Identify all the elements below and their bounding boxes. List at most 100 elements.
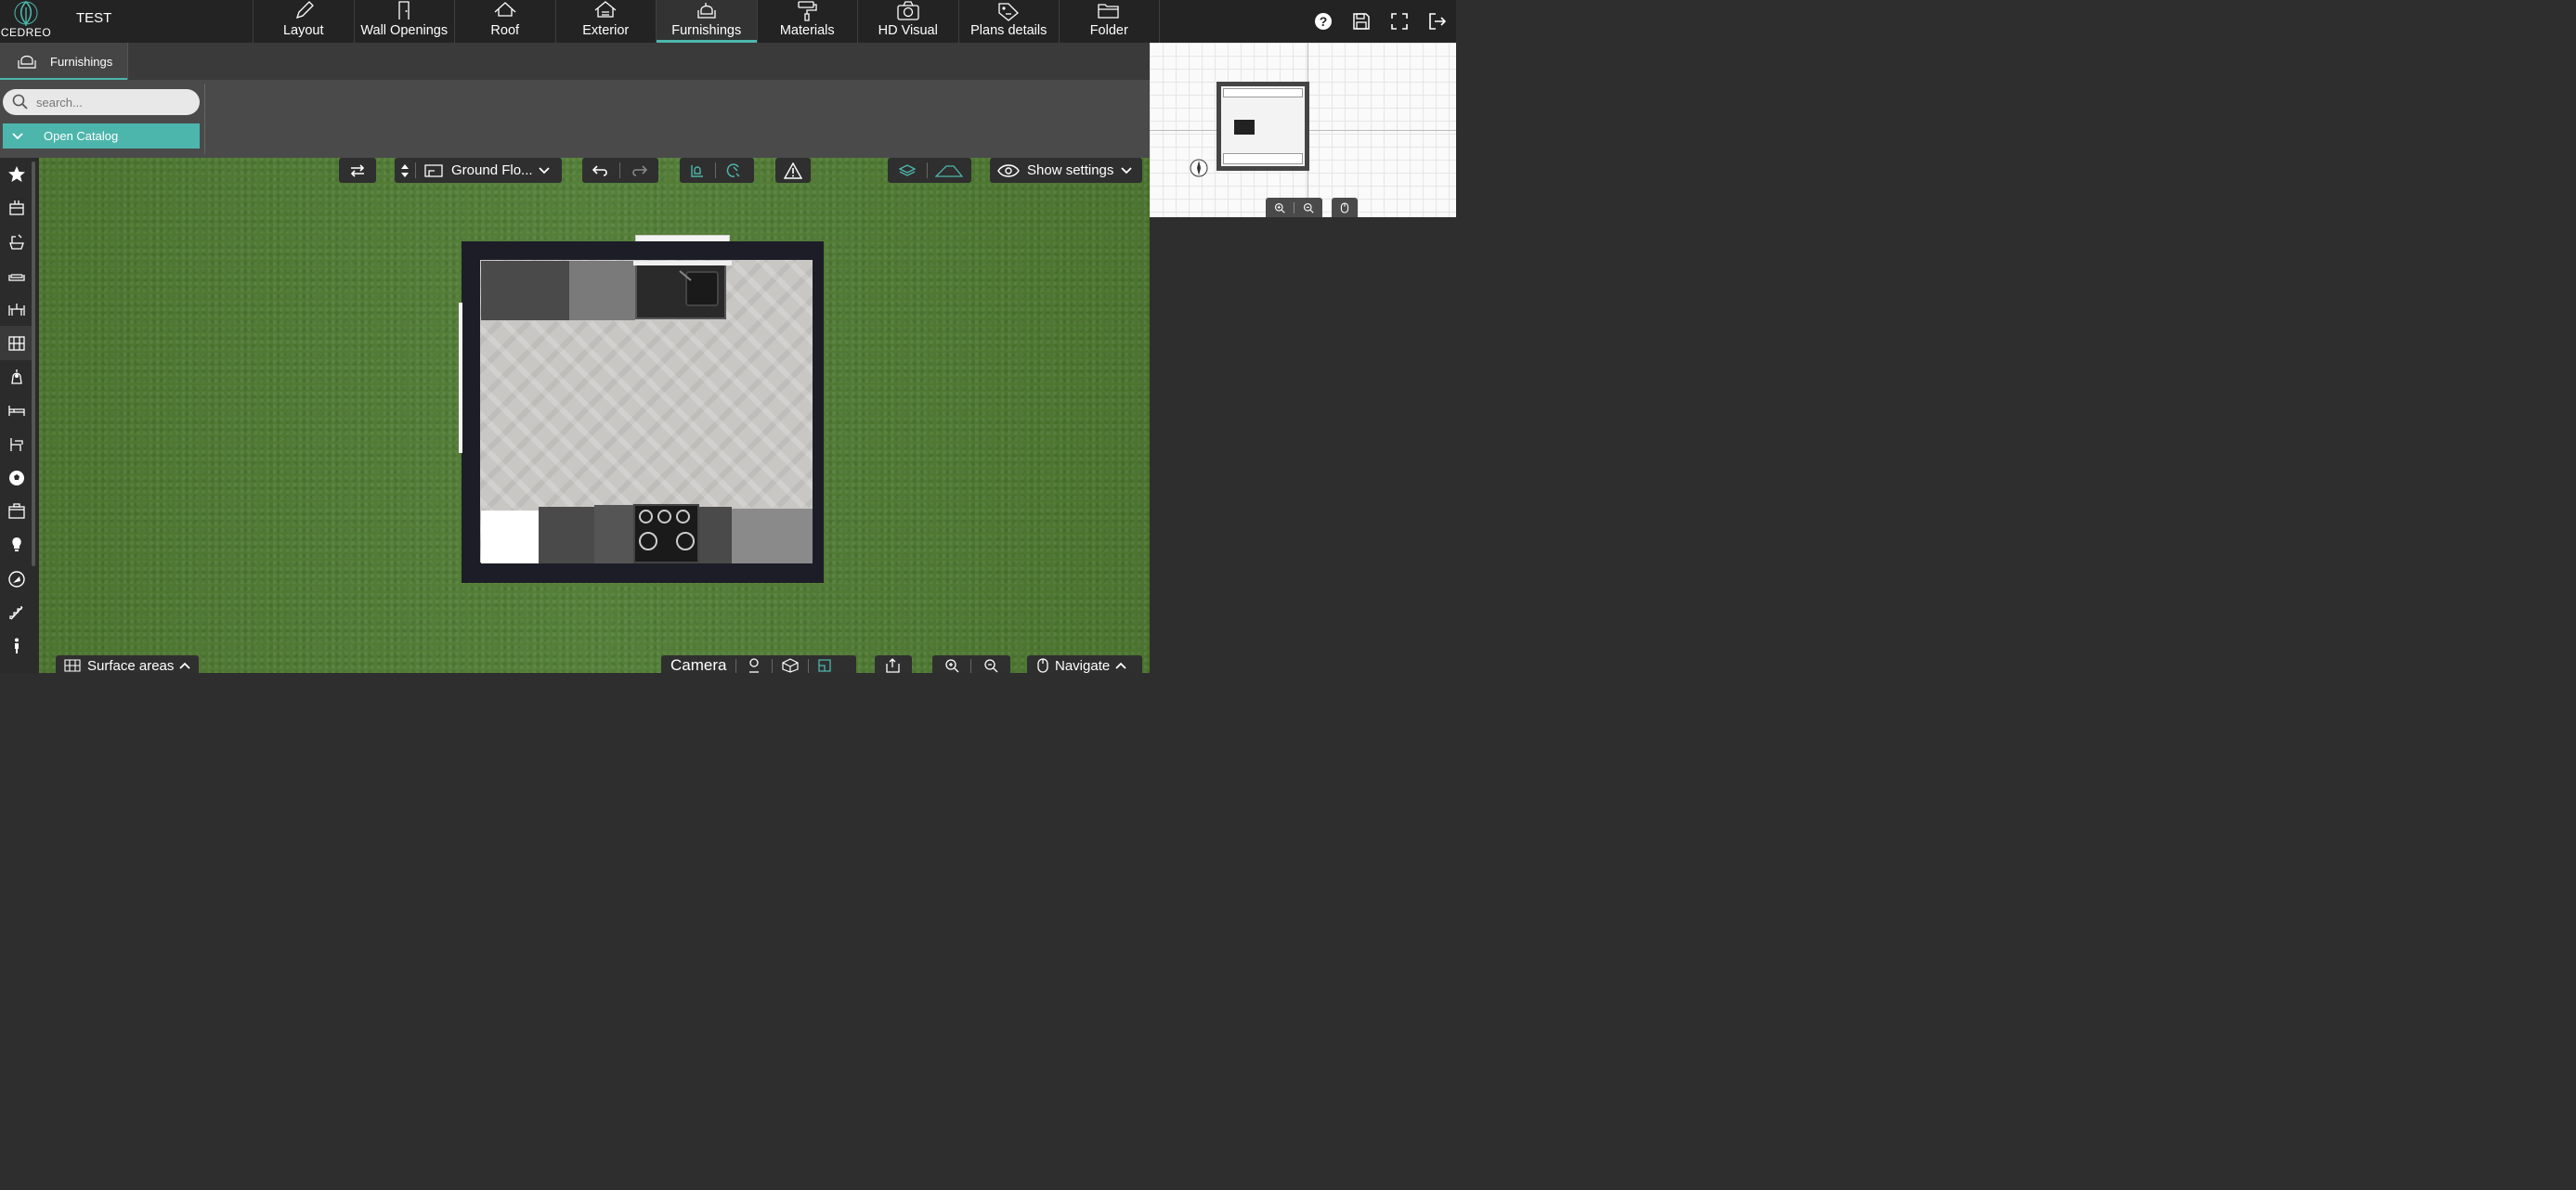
catalog-divider bbox=[204, 84, 205, 154]
search-input[interactable] bbox=[36, 95, 185, 110]
living-room-icon bbox=[8, 274, 25, 281]
nav-plans-details[interactable]: Plans details bbox=[957, 0, 1060, 43]
roof-icon bbox=[494, 2, 516, 17]
cedreo-logo[interactable]: CEDREO bbox=[0, 0, 52, 43]
up-down-arrows-icon bbox=[401, 163, 409, 177]
search-box[interactable] bbox=[3, 89, 200, 115]
compass-icon bbox=[1190, 159, 1208, 177]
kitchen-cabinet[interactable] bbox=[594, 505, 633, 563]
category-appliances[interactable] bbox=[0, 495, 33, 528]
magnet-button[interactable] bbox=[716, 158, 751, 183]
category-stairs[interactable] bbox=[0, 596, 33, 629]
top-right-actions: ? bbox=[1304, 0, 1456, 43]
swap-button[interactable] bbox=[339, 158, 376, 183]
category-leisure[interactable] bbox=[0, 461, 33, 495]
minimap-zoom-in[interactable] bbox=[1266, 202, 1294, 213]
camera-label: Camera bbox=[670, 656, 727, 673]
show-settings-dropdown[interactable]: Show settings bbox=[990, 158, 1142, 183]
auto-furnish-button[interactable] bbox=[680, 158, 715, 183]
kitchen-cabinet[interactable] bbox=[569, 261, 635, 320]
burner bbox=[676, 532, 695, 550]
surface-areas-label: Surface areas bbox=[87, 657, 175, 674]
pin-icon bbox=[749, 658, 760, 673]
save-button[interactable] bbox=[1342, 0, 1380, 43]
nav-materials[interactable]: Materials bbox=[756, 0, 858, 43]
place-camera-button[interactable] bbox=[736, 658, 772, 673]
zoom-in-icon bbox=[1274, 202, 1285, 213]
logout-button[interactable] bbox=[1418, 0, 1456, 43]
separator bbox=[415, 162, 416, 178]
redo-icon bbox=[632, 164, 647, 176]
navigate-toggle[interactable]: Navigate bbox=[1027, 655, 1142, 673]
view-mode-group bbox=[888, 158, 971, 183]
plans-details-icon bbox=[998, 3, 1020, 21]
category-people[interactable] bbox=[0, 629, 33, 663]
category-dining[interactable] bbox=[0, 292, 33, 326]
floor-label: Ground Flo... bbox=[451, 162, 533, 178]
nav-layout[interactable]: Layout bbox=[253, 0, 354, 43]
category-bedroom[interactable] bbox=[0, 394, 33, 427]
undo-redo-group bbox=[582, 158, 658, 183]
roof-view-button[interactable] bbox=[928, 158, 970, 183]
kitchen-cabinet[interactable] bbox=[481, 261, 569, 320]
category-office[interactable] bbox=[0, 427, 33, 460]
tab-furnishings[interactable]: Furnishings bbox=[0, 43, 128, 80]
open-catalog-button[interactable]: Open Catalog bbox=[3, 123, 200, 149]
logout-icon bbox=[1428, 13, 1446, 30]
category-storage[interactable] bbox=[0, 326, 33, 360]
zoom-in-button[interactable] bbox=[932, 658, 970, 673]
zoom-out-button[interactable] bbox=[971, 658, 1009, 673]
category-living-room[interactable] bbox=[0, 259, 33, 292]
category-bathroom[interactable] bbox=[0, 226, 33, 259]
3d-view-button[interactable] bbox=[773, 658, 808, 673]
plan-canvas[interactable]: Ground Flo... Show settings Surface area… bbox=[39, 158, 1150, 673]
plan-view-button[interactable] bbox=[809, 658, 840, 673]
layers-button[interactable] bbox=[888, 158, 927, 183]
roof-outline-icon bbox=[935, 164, 963, 177]
door[interactable] bbox=[459, 303, 462, 453]
nav-exterior[interactable]: Exterior bbox=[554, 0, 657, 43]
window-sill bbox=[633, 261, 732, 265]
warnings-button[interactable] bbox=[775, 158, 811, 183]
kitchen-cabinet[interactable] bbox=[539, 507, 594, 563]
cooktop[interactable] bbox=[633, 504, 699, 563]
floor-plan-icon bbox=[424, 163, 443, 177]
layers-icon bbox=[899, 163, 916, 176]
left-toolbar-scrollbar[interactable] bbox=[32, 162, 35, 566]
kitchen-cabinet[interactable] bbox=[699, 507, 732, 563]
export-image-button[interactable] bbox=[875, 655, 912, 673]
faucet-icon bbox=[679, 270, 692, 281]
category-outdoor[interactable] bbox=[0, 563, 33, 596]
fullscreen-button[interactable] bbox=[1380, 0, 1418, 43]
nav-folder[interactable]: Folder bbox=[1059, 0, 1160, 43]
nav-wall-openings[interactable]: Wall Openings bbox=[353, 0, 455, 43]
logo-text: CEDREO bbox=[0, 26, 52, 39]
help-button[interactable]: ? bbox=[1304, 0, 1342, 43]
nav-hd-visual[interactable]: HD Visual bbox=[857, 0, 958, 43]
undo-button[interactable] bbox=[582, 158, 619, 183]
category-kitchen[interactable] bbox=[0, 191, 33, 225]
kitchen-cabinet[interactable] bbox=[732, 509, 813, 563]
minimap-pan-button[interactable] bbox=[1332, 198, 1358, 217]
surface-areas-toggle[interactable]: Surface areas bbox=[56, 655, 199, 673]
warning-icon bbox=[784, 162, 802, 179]
fridge[interactable] bbox=[481, 511, 539, 563]
left-category-toolbar bbox=[0, 158, 39, 673]
kitchen-sink[interactable] bbox=[635, 264, 726, 319]
camera-bar: Camera bbox=[661, 655, 856, 673]
grid-icon bbox=[64, 659, 81, 672]
floor-selector[interactable]: Ground Flo... bbox=[395, 158, 562, 183]
redo-button[interactable] bbox=[620, 158, 657, 183]
burner bbox=[676, 510, 690, 524]
nav-label: Plans details bbox=[970, 23, 1047, 38]
nav-label: Materials bbox=[779, 23, 835, 38]
main-nav: Layout Wall Openings Roof Exterior Furni… bbox=[253, 0, 1160, 43]
minimap[interactable] bbox=[1150, 43, 1456, 217]
floor-up-down[interactable] bbox=[395, 158, 415, 183]
category-favorites[interactable] bbox=[0, 158, 33, 191]
nav-furnishings[interactable]: Furnishings bbox=[656, 0, 757, 43]
category-lighting[interactable] bbox=[0, 528, 33, 562]
category-decoration[interactable] bbox=[0, 360, 33, 394]
nav-roof[interactable]: Roof bbox=[454, 0, 555, 43]
minimap-zoom-out[interactable] bbox=[1295, 202, 1322, 213]
